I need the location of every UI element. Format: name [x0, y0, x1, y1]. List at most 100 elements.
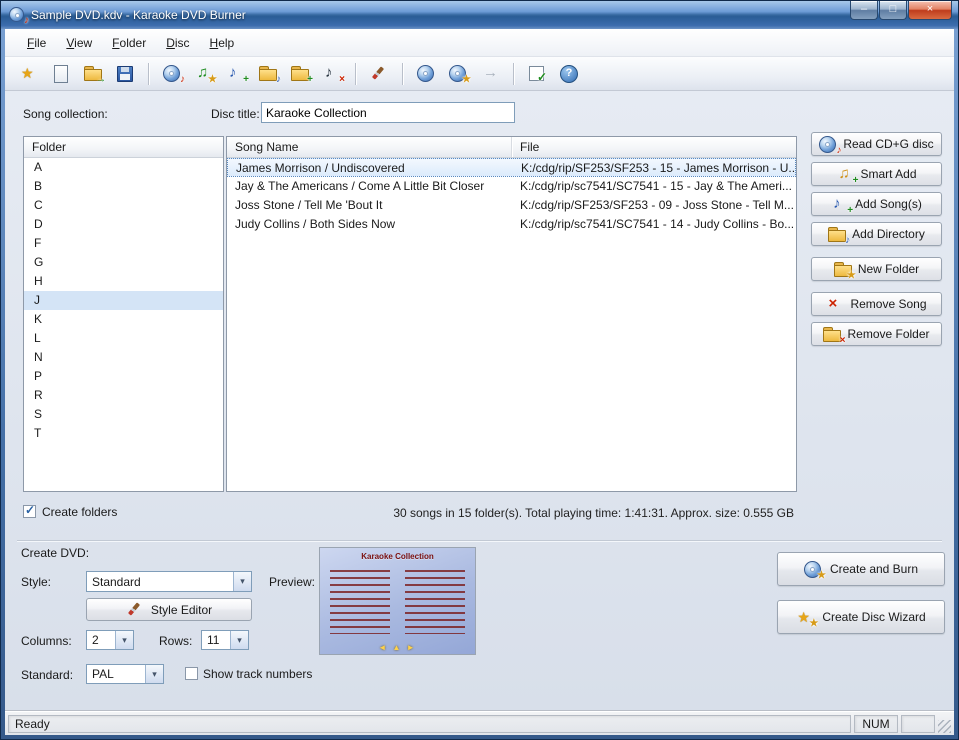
- folder-row[interactable]: F: [24, 234, 223, 253]
- button-label: Remove Song: [850, 297, 927, 311]
- song-list: Song Name File James Morrison / Undiscov…: [226, 136, 797, 492]
- dvd-menu-preview: Karaoke Collection ◄ ▲ ►: [319, 547, 476, 655]
- folder-row[interactable]: R: [24, 386, 223, 405]
- folder-row[interactable]: T: [24, 424, 223, 443]
- smart-add-side-button[interactable]: ♫ + Smart Add: [811, 162, 942, 186]
- song-name-column-header[interactable]: Song Name: [227, 137, 512, 157]
- add-song-icon: ♪ +: [831, 194, 853, 216]
- show-track-numbers-checkbox[interactable]: [185, 667, 198, 680]
- open-file-button[interactable]: →: [79, 60, 107, 88]
- folder-row[interactable]: H: [24, 272, 223, 291]
- folder-row[interactable]: G: [24, 253, 223, 272]
- window-controls: – □ ×: [850, 1, 952, 20]
- create-and-burn-button[interactable]: ★ Create and Burn: [777, 552, 945, 586]
- chevron-down-icon[interactable]: ▾: [230, 631, 248, 649]
- button-label: Add Song(s): [855, 197, 922, 211]
- folder-row[interactable]: N: [24, 348, 223, 367]
- forward-button-disabled: →: [476, 60, 504, 88]
- folder-row[interactable]: K: [24, 310, 223, 329]
- menu-file[interactable]: File: [17, 32, 56, 54]
- remove-song-side-button[interactable]: × Remove Song: [811, 292, 942, 316]
- menu-help[interactable]: Help: [200, 32, 245, 54]
- minimize-button[interactable]: –: [850, 1, 878, 20]
- folder-music-icon: ♪: [828, 226, 850, 245]
- help-button[interactable]: ?: [555, 60, 583, 88]
- columns-select[interactable]: 2 ▾: [86, 630, 134, 650]
- status-bar: Ready NUM: [5, 711, 954, 735]
- style-label: Style:: [21, 575, 52, 589]
- new-folder-button[interactable]: +: [286, 60, 314, 88]
- check-disc-button[interactable]: ✓: [523, 60, 551, 88]
- remove-folder-side-button[interactable]: × Remove Folder: [811, 322, 942, 346]
- song-row-selected[interactable]: James Morrison / Undiscovered K:/cdg/rip…: [227, 158, 796, 177]
- create-and-burn-button[interactable]: [412, 60, 440, 88]
- add-songs-button[interactable]: ♪ +: [222, 60, 250, 88]
- folder-row[interactable]: P: [24, 367, 223, 386]
- create-disc-wizard-button[interactable]: ★: [444, 60, 472, 88]
- add-directory-button[interactable]: ♪: [254, 60, 282, 88]
- remove-song-button[interactable]: ♪ ×: [318, 60, 346, 88]
- file-column-header[interactable]: File: [512, 137, 796, 157]
- burn-disc-icon: [417, 65, 435, 82]
- resize-grip[interactable]: [938, 720, 951, 733]
- folder-row-selected[interactable]: J: [24, 291, 223, 310]
- music-note-glyph: ♪: [833, 194, 841, 212]
- song-row[interactable]: Jay & The Americans / Come A Little Bit …: [227, 177, 796, 196]
- wand-icon: ★: [20, 65, 38, 82]
- forward-arrow-icon: →: [481, 64, 499, 82]
- new-project-wizard-button[interactable]: ★: [15, 60, 43, 88]
- music-note-glyph: ♪: [180, 74, 185, 85]
- cross-glyph: ×: [339, 74, 345, 85]
- chevron-down-icon[interactable]: ▾: [115, 631, 133, 649]
- folder-row[interactable]: C: [24, 196, 223, 215]
- titlebar[interactable]: ♪ Sample DVD.kdv - Karaoke DVD Burner – …: [1, 1, 958, 29]
- add-song-icon: ♪ +: [227, 64, 249, 85]
- folder-music-icon: ♪: [259, 65, 281, 85]
- toolbar-separator: [355, 62, 356, 85]
- song-row[interactable]: Joss Stone / Tell Me 'Bout It K:/cdg/rip…: [227, 196, 796, 215]
- menu-folder[interactable]: Folder: [102, 32, 156, 54]
- folder-row[interactable]: A: [24, 158, 223, 177]
- add-songs-side-button[interactable]: ♪ + Add Song(s): [811, 192, 942, 216]
- menubar: File View Folder Disc Help: [5, 29, 954, 57]
- close-button[interactable]: ×: [908, 1, 952, 20]
- folder-row[interactable]: L: [24, 329, 223, 348]
- standard-select[interactable]: PAL ▾: [86, 664, 164, 684]
- star-glyph: ★: [21, 65, 34, 81]
- song-file-cell: K:/cdg/rip/sc7541/SC7541 - 14 - Judy Col…: [520, 217, 795, 231]
- new-document-button[interactable]: [47, 60, 75, 88]
- menu-disc[interactable]: Disc: [156, 32, 199, 54]
- folder-row[interactable]: B: [24, 177, 223, 196]
- checklist-icon: ✓: [528, 65, 547, 83]
- folder-row[interactable]: D: [24, 215, 223, 234]
- star-glyph: ★: [797, 608, 810, 625]
- add-directory-side-button[interactable]: ♪ Add Directory: [811, 222, 942, 246]
- style-editor-button[interactable]: [365, 60, 393, 88]
- song-collection-label: Song collection:: [23, 107, 108, 121]
- create-disc-wizard-button[interactable]: ★ ★ Create Disc Wizard: [777, 600, 945, 634]
- chevron-down-icon[interactable]: ▾: [233, 572, 251, 591]
- button-label: Add Directory: [852, 227, 925, 241]
- cdg-disc-icon: ♪: [163, 65, 185, 85]
- paintbrush-icon: [126, 601, 144, 618]
- new-folder-side-button[interactable]: ★ New Folder: [811, 257, 942, 281]
- folder-column-header[interactable]: Folder: [24, 137, 223, 157]
- rows-select[interactable]: 11 ▾: [201, 630, 249, 650]
- music-notes-glyph: ♫: [197, 64, 209, 81]
- folder-row[interactable]: S: [24, 405, 223, 424]
- style-selected-value: Standard: [92, 574, 141, 589]
- chevron-down-icon[interactable]: ▾: [145, 665, 163, 683]
- toolbar: ★ → ♪ ♫ ★ ♪ + ♪ + ♪ × ★ → ✓ ?: [5, 57, 954, 91]
- song-list-header: Song Name File: [227, 137, 796, 158]
- song-row[interactable]: Judy Collins / Both Sides Now K:/cdg/rip…: [227, 215, 796, 234]
- style-editor-side-button[interactable]: Style Editor: [86, 598, 252, 621]
- disc-title-input[interactable]: [261, 102, 515, 123]
- read-cdg-disc-side-button[interactable]: ♪ Read CD+G disc: [811, 132, 942, 156]
- save-button[interactable]: [111, 60, 139, 88]
- menu-view[interactable]: View: [56, 32, 102, 54]
- smart-add-button[interactable]: ♫ ★: [190, 60, 218, 88]
- maximize-button[interactable]: □: [879, 1, 907, 20]
- create-folders-checkbox[interactable]: ✓: [23, 503, 36, 518]
- read-cdg-disc-button[interactable]: ♪: [158, 60, 186, 88]
- style-select[interactable]: Standard ▾: [86, 571, 252, 592]
